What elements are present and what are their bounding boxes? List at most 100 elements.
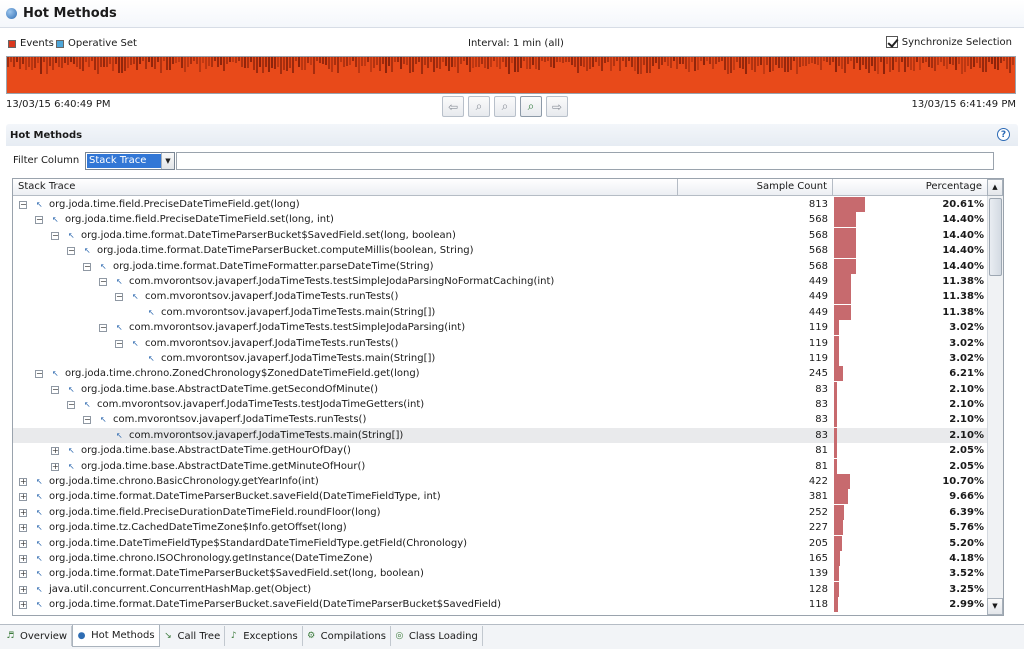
table-row[interactable]: + ↖ org.joda.time.format.DateTimeParserBuc… (13, 597, 988, 613)
percentage-cell: 14.40% (833, 227, 988, 243)
timeline-event-spike (490, 57, 492, 67)
expand-icon[interactable]: + (19, 478, 27, 487)
synchronize-selection-toggle[interactable]: Synchronize Selection (885, 36, 1012, 48)
timeline-event-spike (601, 57, 603, 71)
sample-count-cell: 83 (815, 429, 828, 441)
percentage-value: 2.05% (949, 445, 984, 457)
table-row[interactable]: + ↖ java.util.concurrent.ConcurrentHashMap… (13, 581, 988, 597)
table-row[interactable]: + ↖ org.joda.time.DateTimeFieldType$Standa… (13, 535, 988, 551)
table-row[interactable]: − ↖ org.joda.time.format.DateTimeFormatter… (13, 258, 988, 274)
timeline-event-spike (487, 57, 489, 69)
tab-overview[interactable]: ♬ Overview (2, 626, 73, 646)
collapse-icon[interactable]: − (99, 277, 107, 286)
expand-icon[interactable]: + (19, 524, 27, 533)
table-row[interactable]: ↖ com.mvorontsov.javaperf.JodaTimeTests.m… (13, 427, 988, 444)
zoom-out-button[interactable]: ⌕ (468, 96, 490, 117)
column-header-stack-trace[interactable]: Stack Trace (13, 179, 678, 196)
collapse-icon[interactable]: − (67, 401, 75, 410)
collapse-icon[interactable]: − (83, 262, 91, 271)
method-icon: ↖ (68, 230, 75, 240)
timeline-event-spike (328, 57, 330, 69)
table-row[interactable]: − ↖ com.mvorontsov.javaperf.JodaTimeTests.… (13, 335, 988, 351)
expand-icon[interactable]: + (19, 493, 27, 502)
vertical-scrollbar[interactable] (987, 196, 1003, 599)
table-row[interactable]: + ↖ org.joda.time.format.DateTimeParserBuc… (13, 566, 988, 582)
timeline-event-spike (277, 57, 279, 67)
collapse-icon[interactable]: − (51, 231, 59, 240)
method-name: org.joda.time.tz.CachedDateTimeZone$Info… (49, 522, 347, 534)
collapse-icon[interactable]: − (51, 385, 59, 394)
table-row[interactable]: − ↖ org.joda.time.field.PreciseDateTimeFie… (13, 197, 988, 212)
table-row[interactable]: − ↖ org.joda.time.format.DateTimeParserBuc… (13, 227, 988, 243)
zoom-in-button[interactable]: ⌕ (494, 96, 516, 117)
events-timeline[interactable] (6, 56, 1016, 94)
expand-icon[interactable]: + (19, 570, 27, 579)
scroll-left-button[interactable]: ⇦ (442, 96, 464, 117)
tab-exceptions[interactable]: ♪ Exceptions (225, 626, 303, 646)
collapse-icon[interactable]: − (35, 216, 43, 225)
collapse-icon[interactable]: − (19, 201, 27, 209)
table-row[interactable]: − ↖ org.joda.time.field.PreciseDateTimeFie… (13, 212, 988, 228)
timeline-event-spike (847, 57, 849, 64)
table-row[interactable]: ↖ com.mvorontsov.javaperf.JodaTimeTests.m… (13, 350, 988, 366)
table-row[interactable]: − ↖ com.mvorontsov.javaperf.JodaTimeTests.… (13, 397, 988, 413)
show-all-button[interactable]: ⌕ (520, 96, 542, 117)
expand-icon[interactable]: + (51, 447, 59, 456)
table-row[interactable]: + ↖ org.joda.time.field.PreciseDurationDat… (13, 504, 988, 520)
collapse-icon[interactable]: − (83, 416, 91, 425)
table-row[interactable]: + ↖ org.joda.time.tz.CachedDateTimeZone$In… (13, 520, 988, 536)
timeline-event-spike (577, 57, 579, 73)
filter-column-select[interactable]: Stack Trace ▼ (85, 152, 175, 170)
collapse-icon[interactable]: − (35, 370, 43, 379)
percentage-cell: 14.40% (833, 243, 988, 259)
scrollbar-thumb[interactable] (989, 198, 1002, 276)
table-row[interactable]: − ↖ org.joda.time.chrono.ZonedChronology$Z… (13, 366, 988, 382)
scroll-down-button[interactable]: ▼ (987, 598, 1003, 615)
table-row[interactable]: − ↖ com.mvorontsov.javaperf.JodaTimeTests.… (13, 320, 988, 336)
table-row[interactable]: − ↖ org.joda.time.format.DateTimeParserBuc… (13, 243, 988, 259)
collapse-icon[interactable]: − (115, 339, 123, 348)
expand-icon[interactable]: + (19, 508, 27, 517)
timeline-event-spike (970, 57, 972, 69)
expand-icon[interactable]: + (19, 554, 27, 563)
tab-call-tree[interactable]: ↘ Call Tree (160, 626, 226, 646)
table-row[interactable]: − ↖ com.mvorontsov.javaperf.JodaTimeTests.… (13, 289, 988, 305)
table-row[interactable]: + ↖ org.joda.time.base.AbstractDateTime.ge… (13, 443, 988, 459)
method-name: java.util.concurrent.ConcurrentHashMap.g… (49, 583, 312, 595)
tab-class-loading[interactable]: ◎ Class Loading (391, 626, 483, 646)
table-row[interactable]: + ↖ org.joda.time.base.AbstractDateTime.ge… (13, 458, 988, 474)
timeline-event-spike (604, 57, 606, 63)
tab-compilations[interactable]: ⚙ Compilations (303, 626, 391, 646)
table-row[interactable]: + ↖ org.joda.time.chrono.ISOChronology.get… (13, 550, 988, 566)
table-row[interactable]: − ↖ com.mvorontsov.javaperf.JodaTimeTests.… (13, 412, 988, 428)
collapse-icon[interactable]: − (99, 324, 107, 333)
timeline-event-spike (868, 57, 870, 73)
percentage-cell: 2.05% (833, 458, 988, 474)
collapse-icon[interactable]: − (67, 247, 75, 256)
collapse-icon[interactable]: − (115, 293, 123, 302)
filter-text-input[interactable] (176, 152, 994, 170)
synchronize-selection-checkbox[interactable] (885, 36, 898, 48)
help-icon[interactable]: ? (997, 128, 1010, 141)
timeline-event-spike (808, 57, 810, 64)
scroll-right-button[interactable]: ⇨ (546, 96, 568, 117)
chevron-down-icon[interactable]: ▼ (161, 153, 174, 169)
scroll-up-button[interactable]: ▲ (987, 179, 1003, 196)
table-row[interactable]: + ↖ org.joda.time.chrono.BasicChronology.g… (13, 474, 988, 490)
expand-icon[interactable]: + (19, 585, 27, 594)
table-row[interactable]: − ↖ org.joda.time.base.AbstractDateTime.ge… (13, 381, 988, 397)
timeline-event-spike (730, 57, 732, 73)
expand-icon[interactable]: + (51, 462, 59, 471)
table-row[interactable]: − ↖ com.mvorontsov.javaperf.JodaTimeTests.… (13, 273, 988, 289)
column-header-sample-count[interactable]: Sample Count (678, 179, 833, 196)
table-row[interactable]: ↖ com.mvorontsov.javaperf.JodaTimeTests.m… (13, 304, 988, 320)
expand-icon[interactable]: + (19, 539, 27, 548)
percentage-bar (834, 227, 856, 243)
column-header-percentage[interactable]: Percentage (833, 179, 988, 196)
tab-hot-methods[interactable]: ● Hot Methods (72, 625, 160, 647)
timeline-event-spike (160, 57, 162, 73)
table-row[interactable]: + ↖ org.joda.time.format.DateTimeParserBuc… (13, 489, 988, 505)
stack-trace-cell: − ↖ org.joda.time.format.DateTimeParserBuc… (13, 228, 678, 243)
expand-icon[interactable]: + (19, 601, 27, 610)
timeline-event-spike (151, 57, 153, 67)
